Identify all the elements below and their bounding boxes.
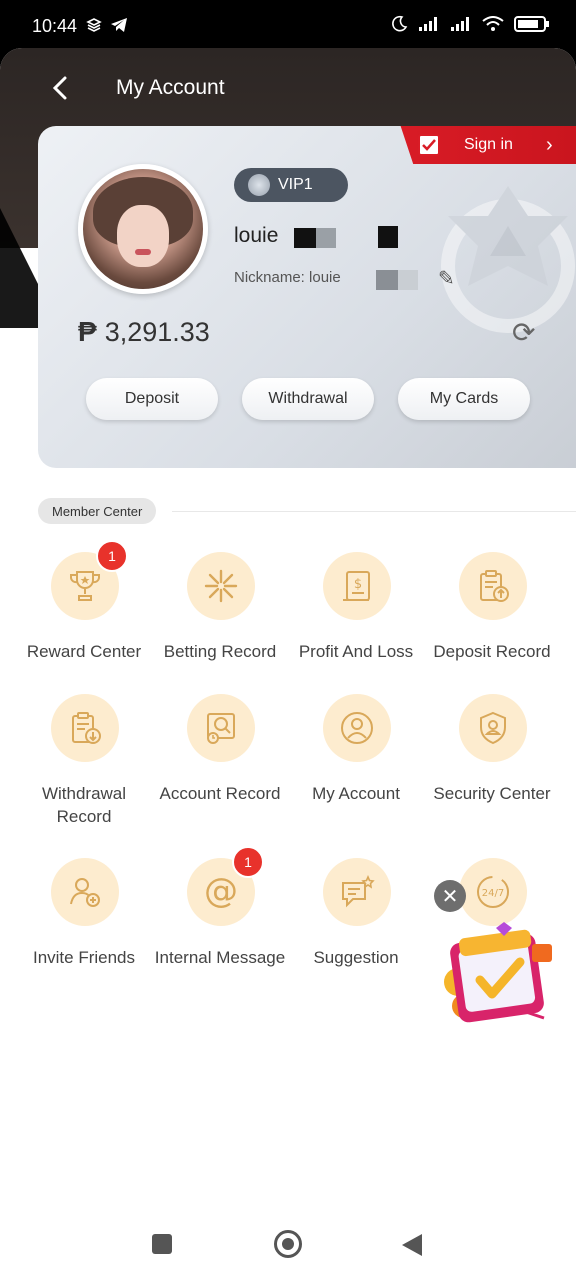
medal-icon <box>248 174 270 196</box>
vip-level: VIP1 <box>278 176 313 193</box>
pencil-icon[interactable]: ✎ <box>438 266 455 291</box>
back-triangle-icon[interactable] <box>402 1234 422 1256</box>
divider <box>172 511 576 512</box>
clipboard-upload-icon <box>459 552 527 620</box>
checkbox-icon <box>418 134 440 156</box>
chevron-right-icon: › <box>546 134 553 156</box>
stack-notification-icon <box>86 18 102 32</box>
item-label: Withdrawal Record <box>41 784 127 826</box>
invite-friends-item[interactable]: Invite Friends <box>16 858 152 988</box>
dollar-document-icon: $ <box>323 552 391 620</box>
signal-icon <box>451 17 469 31</box>
redaction-block <box>294 228 316 248</box>
account-record-icon <box>187 694 255 762</box>
status-bar: 10:44 <box>0 0 576 52</box>
nickname: Nickname: louie <box>234 269 341 286</box>
svg-text:$: $ <box>354 577 362 592</box>
profit-and-loss-item[interactable]: $ Profit And Loss <box>288 552 424 682</box>
withdrawal-record-item[interactable]: Withdrawal Record <box>16 694 152 826</box>
section-label: Member Center <box>38 498 157 524</box>
notification-badge: 1 <box>96 540 128 572</box>
chat-star-icon <box>323 858 391 926</box>
my-account-item[interactable]: My Account <box>288 694 424 824</box>
item-label: Internal Message <box>154 948 286 967</box>
item-label: Suggestion <box>313 948 399 967</box>
close-icon[interactable]: ✕ <box>434 880 466 912</box>
redaction-block <box>398 270 418 290</box>
item-label: Security Center <box>433 784 551 803</box>
betting-record-item[interactable]: Betting Record <box>152 552 288 682</box>
telegram-icon <box>111 18 127 32</box>
account-screen: My Account Sign in › VIP1 louie Nickname… <box>0 48 576 1280</box>
svg-text:@: @ <box>204 873 238 911</box>
system-nav-bar <box>0 1200 576 1280</box>
item-label: Reward Center <box>26 642 142 661</box>
account-card: Sign in › VIP1 louie Nickname: louie ✎ ₱… <box>38 126 576 468</box>
24-7-support-icon: 24/7 <box>459 858 527 926</box>
add-user-icon <box>51 858 119 926</box>
user-icon <box>323 694 391 762</box>
security-center-item[interactable]: Security Center <box>424 694 560 824</box>
deposit-record-item[interactable]: Deposit Record <box>424 552 560 682</box>
my-cards-button[interactable]: My Cards <box>398 378 530 420</box>
moon-icon <box>392 15 408 32</box>
redaction-block <box>376 270 398 290</box>
avatar[interactable] <box>78 164 208 294</box>
withdrawal-button[interactable]: Withdrawal <box>242 378 374 420</box>
recent-apps-icon[interactable] <box>152 1234 172 1254</box>
wifi-icon <box>482 16 504 31</box>
clipboard-download-icon <box>51 694 119 762</box>
currency-symbol: ₱ <box>78 316 97 347</box>
redaction-block <box>316 228 336 248</box>
notification-badge: 1 <box>232 846 264 878</box>
refresh-icon[interactable]: ⟳ <box>512 316 535 349</box>
page-title: My Account <box>116 76 225 99</box>
item-label: My Account <box>312 784 400 803</box>
star-burst-icon <box>187 552 255 620</box>
item-label: Invite Friends <box>32 948 136 967</box>
item-label: Account Record <box>159 784 281 803</box>
medal-watermark-icon <box>441 186 575 333</box>
home-icon[interactable] <box>274 1230 302 1258</box>
account-actions: Deposit Withdrawal My Cards <box>86 378 530 420</box>
shield-user-icon <box>459 694 527 762</box>
battery-icon <box>514 16 549 32</box>
balance-value: 3,291.33 <box>104 316 210 347</box>
status-time: 10:44 <box>32 16 78 36</box>
internal-message-item[interactable]: @ 1 Internal Message <box>152 846 288 988</box>
vip-badge[interactable]: VIP1 <box>234 168 348 202</box>
signal-icon <box>419 17 437 31</box>
item-label: Betting Record <box>163 642 277 661</box>
item-label: Deposit Record <box>433 642 551 661</box>
sign-in-label[interactable]: Sign in <box>464 136 513 154</box>
svg-text:24/7: 24/7 <box>482 888 504 899</box>
suggestion-item[interactable]: Suggestion <box>288 858 424 988</box>
account-record-item[interactable]: Account Record <box>152 694 288 824</box>
deposit-button[interactable]: Deposit <box>86 378 218 420</box>
member-center-header: Member Center <box>38 498 576 524</box>
back-button[interactable] <box>46 74 74 102</box>
balance: ₱ 3,291.33 <box>78 316 210 348</box>
reward-center-item[interactable]: 1 Reward Center <box>16 540 152 682</box>
redaction-block <box>378 226 398 248</box>
daily-check-in-promo-icon[interactable] <box>440 920 560 1032</box>
item-label: Profit And Loss <box>298 642 414 661</box>
username: louie <box>234 224 279 247</box>
chevron-left-icon <box>52 76 67 100</box>
